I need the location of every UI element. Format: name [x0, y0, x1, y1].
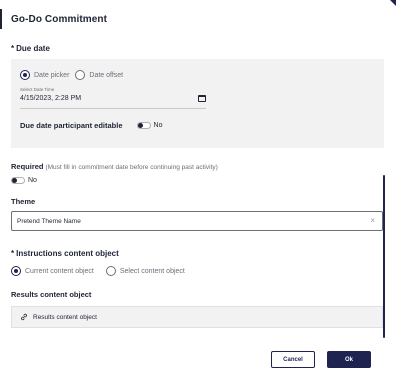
scrollbar[interactable]: [383, 175, 385, 338]
theme-label: Theme: [11, 197, 36, 206]
link-icon: [21, 313, 27, 321]
instructions-label: * Instructions content object: [11, 249, 119, 258]
participant-editable-label: Due date participant editable: [20, 121, 123, 130]
due-date-mode-radios: Date picker Date offset: [20, 70, 123, 80]
corner-accent: [390, 0, 396, 6]
results-content-object-value: Results content object: [33, 313, 97, 321]
radio-date-picker-label[interactable]: Date picker: [34, 72, 69, 79]
participant-editable-toggle[interactable]: [136, 122, 151, 129]
radio-date-offset-label[interactable]: Date offset: [89, 72, 123, 79]
radio-select-content-object-label[interactable]: Select content object: [120, 268, 185, 275]
dialog-header: Go-Do Commitment: [0, 9, 300, 29]
radio-date-picker[interactable]: [20, 70, 30, 80]
required-hint: (Must fill in commitment date before con…: [45, 164, 218, 171]
go-do-commitment-dialog: Go-Do Commitment * Due date Date picker D…: [0, 0, 396, 379]
due-date-label: * Due date: [11, 44, 50, 53]
dialog-title: Go-Do Commitment: [11, 14, 108, 25]
required-star: *: [11, 44, 15, 53]
results-content-object-field[interactable]: Results content object: [11, 306, 383, 328]
required-label: Required: [11, 162, 44, 171]
date-time-field-label: Select Date Time: [20, 87, 55, 92]
clear-icon[interactable]: ×: [370, 217, 375, 225]
cancel-button[interactable]: Cancel: [271, 351, 315, 368]
radio-current-content-object-label[interactable]: Current content object: [25, 268, 94, 275]
results-label: Results content object: [11, 290, 92, 299]
due-date-panel: Date picker Date offset Select Date Time…: [11, 59, 384, 148]
participant-editable-row: Due date participant editable No: [20, 121, 162, 130]
required-star: *: [11, 249, 15, 258]
radio-select-content-object[interactable]: [105, 266, 116, 276]
date-time-value[interactable]: 4/15/2023, 2:28 PM: [20, 95, 81, 102]
radio-current-content-object[interactable]: [11, 266, 21, 276]
theme-input-value[interactable]: Pretend Theme Name: [17, 218, 81, 225]
ok-button[interactable]: Ok: [327, 351, 371, 368]
instructions-radios: Current content object Select content ob…: [11, 266, 185, 276]
required-row: Required (Must fill in commitment date b…: [11, 162, 218, 171]
calendar-icon[interactable]: [198, 95, 206, 102]
required-toggle-row: No: [11, 177, 37, 184]
date-time-field[interactable]: Select Date Time 4/15/2023, 2:28 PM: [20, 87, 206, 109]
required-toggle[interactable]: [11, 177, 25, 184]
required-toggle-text: No: [28, 177, 37, 184]
theme-input[interactable]: Pretend Theme Name ×: [11, 211, 383, 231]
participant-editable-toggle-text: No: [153, 122, 163, 129]
radio-date-offset[interactable]: [75, 70, 86, 80]
